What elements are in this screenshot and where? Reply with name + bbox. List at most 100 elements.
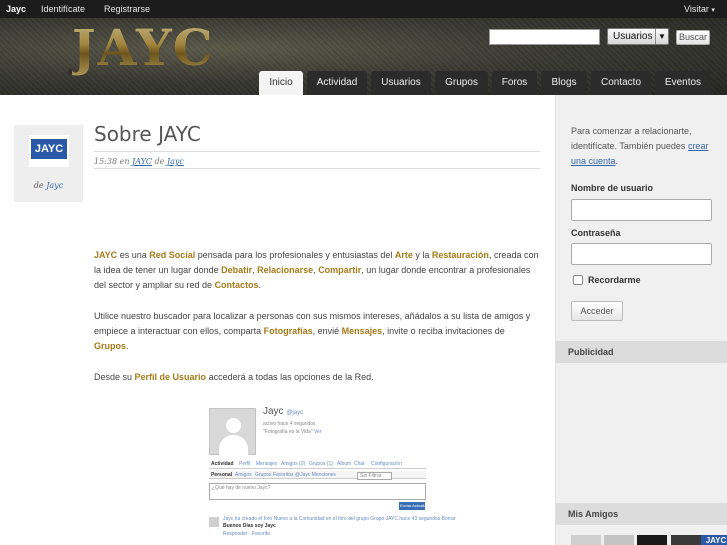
- embed-subnav-item: Favoritos: [273, 472, 294, 478]
- tab-contacto[interactable]: Contacto: [591, 71, 651, 95]
- post-category-link[interactable]: JAYC: [132, 157, 152, 166]
- search-paragraph: Utilice nuestro buscador para localizar …: [94, 309, 540, 354]
- username-field[interactable]: [571, 199, 712, 221]
- divider: [94, 168, 540, 169]
- embed-name-text: Jayc: [263, 406, 284, 417]
- byline-author-link[interactable]: Jayc: [46, 181, 63, 190]
- author-avatar[interactable]: JAYC: [29, 135, 69, 167]
- friend-avatar[interactable]: [671, 535, 701, 545]
- embed-nav-item: Actividad: [211, 461, 234, 467]
- highlight-perfil-usuario: Perfil de Usuario: [134, 372, 207, 382]
- remember-label: Recordarme: [588, 275, 641, 285]
- admin-login-link[interactable]: Identifícate: [41, 4, 85, 14]
- embed-whats-new-box: ¿Qué hay de nuevo Jayc?: [209, 483, 426, 500]
- avatar-body: [219, 435, 248, 455]
- tab-usuarios[interactable]: Usuarios: [371, 71, 431, 95]
- author-byline: de Jayc: [14, 181, 83, 190]
- highlight-grupos: Grupos: [94, 341, 127, 351]
- highlight-restauracion: Restauración: [431, 250, 489, 260]
- divider: [94, 151, 540, 152]
- embed-nav-item: Configuración: [371, 461, 402, 467]
- login-intro: Para comenzar a relacionarte, identifíca…: [571, 124, 721, 169]
- embed-submit-label: Enviar Actualización: [400, 503, 436, 508]
- embed-subnav-item: Grupos: [255, 472, 272, 478]
- highlight-relacionarse: Relacionarse: [257, 265, 314, 275]
- sidebar: Para comenzar a relacionarte, identifíca…: [555, 95, 727, 545]
- embed-subnav-item: Amigos: [235, 472, 252, 478]
- embed-post-line: Jayc ha creado el foro Nuevo a la Comuni…: [223, 516, 456, 522]
- tab-eventos[interactable]: Eventos: [655, 71, 711, 95]
- embed-nav-item: Amigos (0): [281, 461, 306, 467]
- password-field[interactable]: [571, 243, 712, 265]
- author-avatar-logo: JAYC: [31, 139, 67, 159]
- avatar-head: [226, 418, 241, 433]
- text-run: , invite o reciba invitaciones de: [382, 326, 505, 336]
- search-button[interactable]: Buscar: [676, 30, 710, 45]
- friend-avatar[interactable]: [571, 535, 601, 545]
- post-meta: 15:38 en JAYC de Jayc: [94, 157, 184, 166]
- tab-blogs[interactable]: Blogs: [541, 71, 587, 95]
- default-avatar-icon: [209, 408, 256, 455]
- site-header: JAYC Usuarios ▼ Buscar Inicio Actividad …: [0, 18, 727, 95]
- friend-avatar[interactable]: [604, 535, 634, 545]
- admin-register-link[interactable]: Registrarse: [104, 4, 150, 14]
- post-meta-by: de: [154, 157, 165, 166]
- intro-paragraph: JAYC es una Red Social pensada para los …: [94, 248, 540, 293]
- text-run: , envié: [312, 326, 342, 336]
- tab-actividad[interactable]: Actividad: [307, 71, 367, 95]
- highlight-fotografias: Fotografías: [263, 326, 313, 336]
- embed-subnav-item: Personal: [211, 472, 233, 478]
- embed-submit-button: Enviar Actualización: [399, 502, 436, 510]
- embed-box-prompt: ¿Qué hay de nuevo Jayc?: [212, 485, 271, 491]
- embed-post-avatar: [209, 517, 219, 527]
- profile-screenshot: Jayc @jayc activo hace 4 segundos "Fotog…: [206, 405, 456, 545]
- text-run: .: [126, 341, 129, 351]
- remember-checkbox[interactable]: [573, 275, 583, 285]
- text-run: y la: [412, 250, 432, 260]
- main-content: JAYC de Jayc Sobre JAYC 15:38 en JAYC de…: [0, 95, 555, 545]
- visit-menu-label: Visitar: [684, 4, 709, 14]
- embed-post-text: Buenos Días soy Jayc: [223, 523, 276, 529]
- text-run: Desde su: [94, 372, 135, 382]
- embed-post-link: Borrar: [441, 516, 456, 522]
- post-author-link[interactable]: Jayc: [167, 157, 184, 166]
- embed-handle: @jayc: [286, 410, 304, 416]
- search-scope-select[interactable]: Usuarios ▼: [607, 28, 669, 45]
- embed-profile-name: Jayc @jayc: [263, 406, 303, 417]
- embed-quote-link: Ver: [314, 429, 322, 435]
- text-run: accederá a todas las opciones de la Red.: [206, 372, 374, 382]
- author-box: JAYC de Jayc: [14, 125, 83, 202]
- site-logo[interactable]: JAYC: [72, 18, 215, 77]
- text-run: es una: [117, 250, 150, 260]
- embed-quote-text: "Fotografía es la Vida": [263, 429, 313, 435]
- tab-foros[interactable]: Foros: [492, 71, 537, 95]
- text-run: pensada para los profesionales y entusia…: [195, 250, 395, 260]
- ads-widget-title: Publicidad: [556, 341, 727, 363]
- embed-nav: Actividad Perfil Mensajes Amigos (0) Gru…: [209, 460, 426, 469]
- post-title[interactable]: Sobre JAYC: [94, 122, 201, 146]
- admin-brand[interactable]: Jayc: [6, 4, 26, 14]
- friend-avatar-jayc[interactable]: JAYC: [701, 535, 727, 545]
- login-intro-text: Para comenzar a relacionarte, identifíca…: [571, 126, 692, 151]
- tab-inicio[interactable]: Inicio: [259, 71, 303, 95]
- password-label: Contraseña: [571, 228, 621, 238]
- chevron-down-icon: ▾: [711, 7, 715, 14]
- embed-nav-item: Grupos (1): [309, 461, 333, 467]
- highlight-debatir: Debatir: [221, 265, 253, 275]
- login-intro-end: .: [615, 156, 619, 166]
- highlight-arte: Arte: [394, 250, 413, 260]
- friends-widget-title: Mis Amigos: [556, 503, 727, 525]
- embed-nav-item: Chat: [354, 461, 365, 467]
- search-input[interactable]: [489, 29, 600, 45]
- highlight-jayc: JAYC: [94, 250, 118, 260]
- visit-menu[interactable]: Visitar ▾: [684, 4, 715, 14]
- byline-prefix: de: [33, 181, 44, 190]
- friend-avatar[interactable]: [637, 535, 667, 545]
- login-button[interactable]: Acceder: [571, 301, 623, 321]
- highlight-mensajes: Mensajes: [341, 326, 383, 336]
- embed-nav-item: Álbum: [337, 461, 352, 467]
- embed-nav-item: Mensajes: [256, 461, 278, 467]
- tab-grupos[interactable]: Grupos: [435, 71, 488, 95]
- search-scope-value: Usuarios: [613, 31, 653, 42]
- embed-filter-select: Sin Filtrar: [357, 472, 393, 480]
